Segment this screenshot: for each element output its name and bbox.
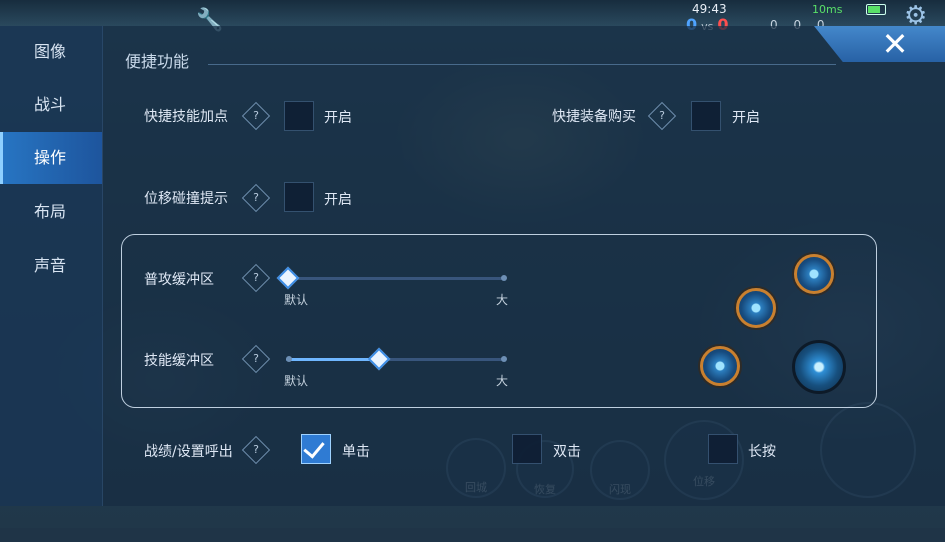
quick-skill-option: 开启 [324, 110, 352, 126]
attack-buffer-min-label: 默认 [284, 293, 309, 307]
sidebar-item-sound[interactable]: 声音 [0, 240, 102, 292]
single-tap-checkbox[interactable] [301, 434, 331, 464]
skill-buffer-max-label: 大 [496, 374, 509, 388]
quick-buy-option: 开启 [732, 110, 760, 126]
attack-buffer-label: 普攻缓冲区 [144, 272, 214, 288]
section-title: 便捷功能 [125, 52, 190, 71]
move-collision-label: 位移碰撞提示 [144, 191, 228, 207]
quick-skill-label: 快捷技能加点 [144, 109, 228, 125]
settings-sidebar: 图像 战斗 操作 布局 声音 [0, 26, 103, 506]
match-time: 49:43 [692, 2, 727, 16]
skill-buffer-end [501, 356, 507, 362]
skill-1-icon [794, 254, 834, 294]
attack-button-icon [792, 340, 846, 394]
close-icon[interactable]: ✕ [878, 28, 912, 60]
move-collision-checkbox[interactable] [284, 182, 314, 212]
single-tap-option: 单击 [342, 444, 370, 460]
quick-buy-label: 快捷装备购买 [552, 109, 636, 125]
double-tap-checkbox[interactable] [512, 434, 542, 464]
quick-skill-checkbox[interactable] [284, 101, 314, 131]
double-tap-option: 双击 [553, 444, 581, 460]
attack-buffer-max-label: 大 [496, 293, 509, 307]
battery-icon [866, 4, 886, 15]
section-divider [208, 64, 836, 65]
long-press-option: 长按 [748, 444, 776, 460]
move-collision-option: 开启 [324, 192, 352, 208]
sidebar-item-layout[interactable]: 布局 [0, 186, 102, 238]
long-press-checkbox[interactable] [708, 434, 738, 464]
ping-readout: 10ms [812, 3, 843, 16]
skill-buffer-fill [286, 358, 377, 361]
stats-call-label: 战绩/设置呼出 [144, 444, 233, 460]
attack-buffer-end [501, 275, 507, 281]
skill-buffer-start [286, 356, 292, 362]
quick-buy-checkbox[interactable] [691, 101, 721, 131]
skill-buffer-label: 技能缓冲区 [144, 353, 214, 369]
sidebar-item-combat[interactable]: 战斗 [0, 79, 102, 131]
skill-2-icon [736, 288, 776, 328]
sidebar-item-controls[interactable]: 操作 [0, 132, 102, 184]
attack-buffer-track[interactable] [286, 277, 506, 280]
skill-buffer-min-label: 默认 [284, 374, 309, 388]
sidebar-item-graphics[interactable]: 图像 [0, 26, 102, 78]
skill-3-icon [700, 346, 740, 386]
check-icon [303, 436, 325, 459]
